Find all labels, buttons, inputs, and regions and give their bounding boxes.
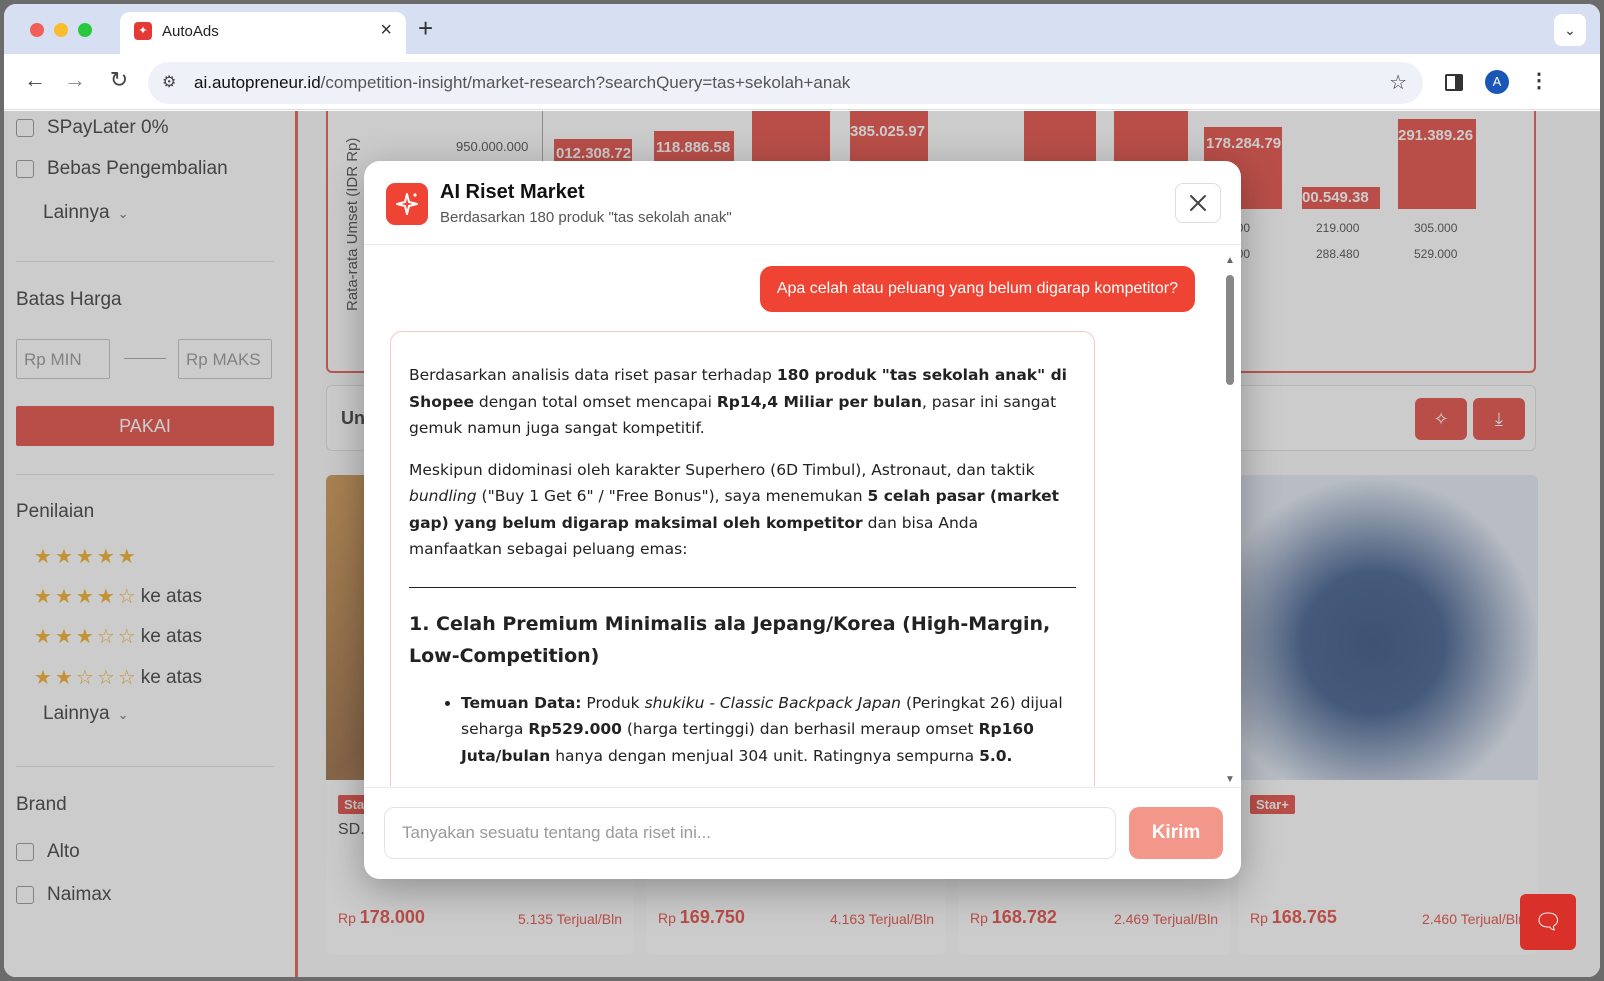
chat-icon[interactable]: 🗨: [1520, 894, 1576, 950]
ai-bullet: Temuan Data: Produk shukiku - Classic Ba…: [461, 690, 1076, 770]
chat-input[interactable]: [384, 807, 1116, 859]
new-tab-icon[interactable]: +: [418, 13, 433, 44]
ai-market-research-modal: AI Riset Market Berdasarkan 180 produk "…: [364, 161, 1241, 879]
text-segment: Produk: [581, 693, 645, 712]
scroll-up-icon[interactable]: ▲: [1225, 255, 1235, 266]
send-button[interactable]: Kirim: [1129, 807, 1223, 859]
text-segment: hanya dengan menjual 304 unit. Ratingnya…: [550, 746, 980, 765]
url-path: /competition-insight/market-research?sea…: [320, 73, 851, 92]
maximize-window-button[interactable]: [78, 23, 92, 37]
scroll-down-icon[interactable]: ▼: [1225, 774, 1235, 785]
tab-search-icon[interactable]: ⌄: [1554, 14, 1586, 46]
text-segment: Rp14,4 Miliar per bulan: [716, 392, 922, 411]
text-segment: Meskipun didominasi oleh karakter Superh…: [409, 460, 1035, 479]
text-segment: (harga tertinggi) dan berhasil meraup om…: [621, 720, 979, 738]
chat-input-bar: Kirim: [364, 787, 1241, 879]
site-info-icon[interactable]: ⚙: [162, 72, 176, 92]
bookmark-star-icon[interactable]: ☆: [1389, 70, 1407, 95]
text-segment: Rp529.000: [528, 720, 622, 738]
text-segment: Berdasarkan analisis data riset pasar te…: [409, 366, 777, 384]
modal-subtitle: Berdasarkan 180 produk "tas sekolah anak…: [440, 209, 732, 226]
user-message: Apa celah atau peluang yang belum digara…: [759, 266, 1195, 312]
ai-paragraph: Berdasarkan analisis data riset pasar te…: [409, 362, 1076, 442]
sparkle-icon: [386, 183, 428, 225]
menu-icon[interactable]: ⋮: [1529, 68, 1549, 93]
ai-message: Berdasarkan analisis data riset pasar te…: [390, 331, 1095, 786]
tab-close-icon[interactable]: ×: [380, 19, 392, 42]
text-segment: shukiku - Classic Backpack Japan: [644, 693, 902, 712]
text-segment: Temuan Data:: [461, 693, 582, 712]
autoads-favicon-icon: ✦: [134, 22, 152, 40]
reload-icon[interactable]: ↻: [104, 67, 134, 93]
chat-scrollbar[interactable]: ▲ ▼: [1225, 255, 1235, 785]
modal-title: AI Riset Market: [440, 181, 585, 203]
close-icon[interactable]: [1175, 183, 1221, 223]
browser-tab[interactable]: ✦ AutoAds ×: [120, 12, 406, 54]
divider: [409, 586, 1076, 588]
text-segment: dengan total omset mencapai: [473, 392, 717, 411]
ai-heading: 1. Celah Premium Minimalis ala Jepang/Ko…: [409, 612, 1051, 667]
forward-icon[interactable]: →: [60, 67, 90, 93]
side-panel-icon[interactable]: [1445, 74, 1463, 91]
text-segment: ("Buy 1 Get 6" / "Free Bonus"), saya men…: [476, 487, 868, 505]
chat-messages[interactable]: Apa celah atau peluang yang belum digara…: [364, 246, 1241, 786]
back-icon[interactable]: ←: [20, 67, 50, 93]
minimize-window-button[interactable]: [54, 23, 68, 37]
url-text[interactable]: ai.autopreneur.id/competition-insight/ma…: [194, 73, 850, 93]
scroll-thumb[interactable]: [1226, 275, 1234, 385]
modal-header: AI Riset Market Berdasarkan 180 produk "…: [364, 161, 1241, 245]
tab-title: AutoAds: [162, 23, 219, 40]
close-window-button[interactable]: [30, 23, 44, 37]
profile-avatar[interactable]: A: [1485, 70, 1509, 94]
address-bar[interactable]: ⚙ ai.autopreneur.id/competition-insight/…: [148, 62, 1423, 104]
text-segment: bundling: [409, 487, 477, 505]
tab-strip: ✦ AutoAds × + ⌄: [4, 4, 1600, 54]
browser-window: ✦ AutoAds × + ⌄ ← → ↻ ⚙ ai.autopreneur.i…: [4, 4, 1600, 977]
url-domain: ai.autopreneur.id: [194, 73, 321, 92]
browser-toolbar: ← → ↻ ⚙ ai.autopreneur.id/competition-in…: [4, 54, 1600, 110]
ai-paragraph: Meskipun didominasi oleh karakter Superh…: [409, 457, 1076, 563]
text-segment: 5.0.: [979, 746, 1013, 765]
